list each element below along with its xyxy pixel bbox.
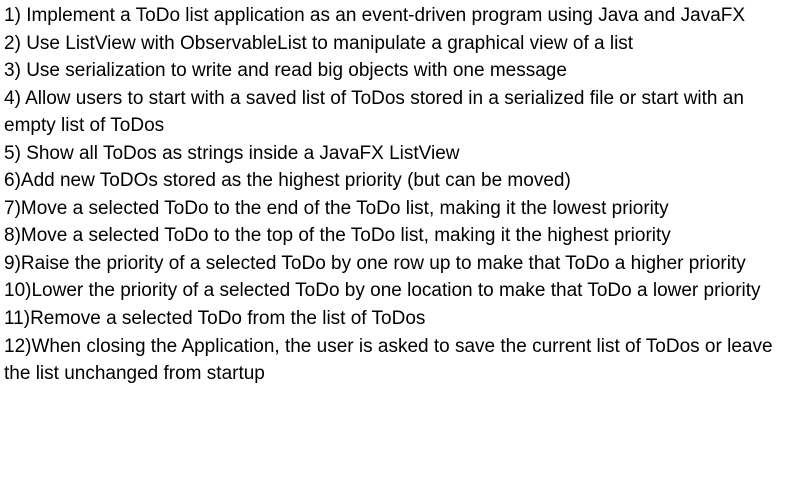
item-number: 7) — [4, 198, 21, 219]
list-item: 4) Allow users to start with a saved lis… — [4, 85, 783, 140]
item-number: 5) — [4, 143, 26, 164]
list-item: 11)Remove a selected ToDo from the list … — [4, 305, 783, 333]
item-text: Add new ToDOs stored as the highest prio… — [21, 170, 571, 191]
item-number: 12) — [4, 336, 31, 357]
item-text: Move a selected ToDo to the end of the T… — [21, 198, 669, 219]
list-item: 12)When closing the Application, the use… — [4, 333, 783, 388]
list-item: 5) Show all ToDos as strings inside a Ja… — [4, 140, 783, 168]
item-number: 9) — [4, 253, 21, 274]
item-number: 11) — [4, 308, 30, 329]
item-number: 2) — [4, 33, 26, 54]
list-item: 8)Move a selected ToDo to the top of the… — [4, 222, 783, 250]
item-number: 4) — [4, 88, 25, 109]
item-text: Raise the priority of a selected ToDo by… — [21, 253, 746, 274]
item-text: When closing the Application, the user i… — [4, 336, 773, 385]
item-text: Allow users to start with a saved list o… — [4, 88, 744, 137]
list-item: 1) Implement a ToDo list application as … — [4, 2, 783, 30]
item-text: Move a selected ToDo to the top of the T… — [21, 225, 671, 246]
list-item: 9)Raise the priority of a selected ToDo … — [4, 250, 783, 278]
list-item: 3) Use serialization to write and read b… — [4, 57, 783, 85]
item-number: 1) — [4, 5, 26, 26]
list-item: 10)Lower the priority of a selected ToDo… — [4, 277, 783, 305]
item-number: 10) — [4, 280, 31, 301]
item-text: Lower the priority of a selected ToDo by… — [31, 280, 760, 301]
list-item: 6)Add new ToDOs stored as the highest pr… — [4, 167, 783, 195]
item-number: 8) — [4, 225, 21, 246]
item-text: Use serialization to write and read big … — [26, 60, 567, 81]
item-text: Show all ToDos as strings inside a JavaF… — [26, 143, 459, 164]
requirements-list: 1) Implement a ToDo list application as … — [4, 2, 783, 388]
item-text: Remove a selected ToDo from the list of … — [30, 308, 425, 329]
list-item: 7)Move a selected ToDo to the end of the… — [4, 195, 783, 223]
list-item: 2) Use ListView with ObservableList to m… — [4, 30, 783, 58]
item-number: 6) — [4, 170, 21, 191]
item-text: Use ListView with ObservableList to mani… — [26, 33, 633, 54]
item-number: 3) — [4, 60, 26, 81]
item-text: Implement a ToDo list application as an … — [26, 5, 745, 26]
